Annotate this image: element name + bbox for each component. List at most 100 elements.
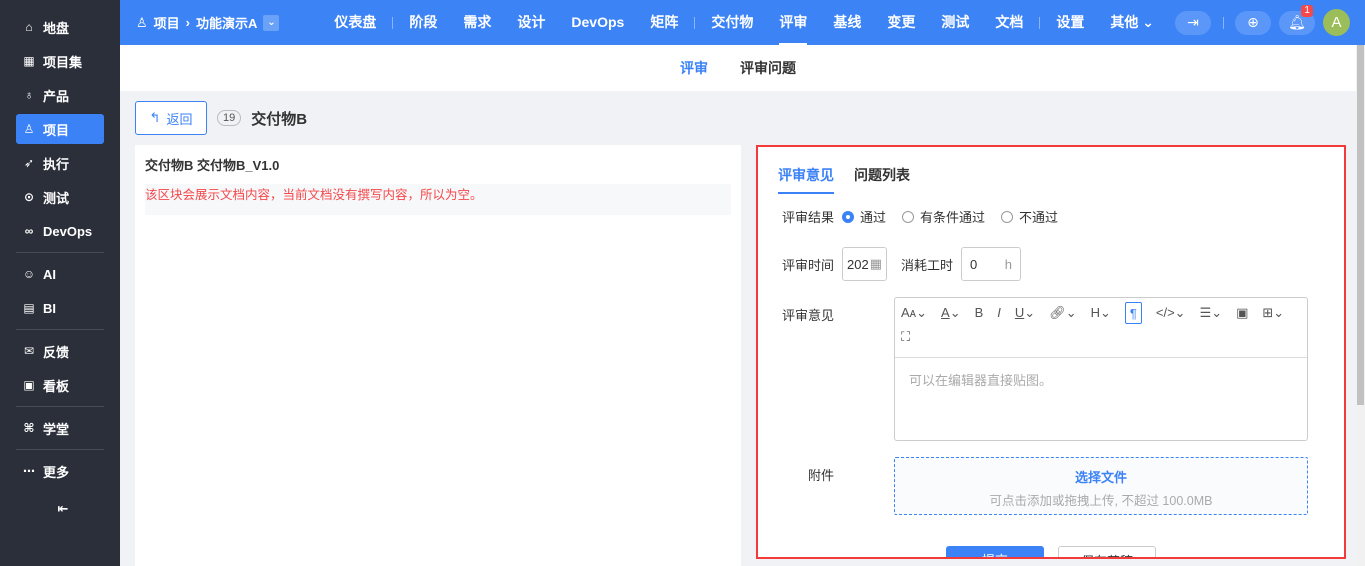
nav-item-11[interactable]: 文档 (995, 0, 1023, 45)
time-label: 评审时间 (782, 257, 835, 273)
secondary-button[interactable]: 保存草稿 (1058, 546, 1156, 557)
radio-fail[interactable]: 不通过 (1001, 207, 1058, 226)
sidebar-item-12[interactable]: ⋯ 更多 (16, 456, 104, 486)
feedback-icon: ✉ (23, 344, 35, 358)
sidebar-item-0[interactable]: ⌂ 地盘 (16, 12, 104, 42)
sidebar-item-7[interactable]: ☺ AI (16, 259, 104, 289)
chevron-right-icon: › (185, 15, 191, 30)
tab-issue-list[interactable]: 问题列表 (854, 165, 910, 194)
nav-item-9[interactable]: 变更 (887, 0, 915, 45)
item-id: 19 (217, 110, 242, 126)
sidebar-item-3[interactable]: ♙ 项目 (16, 114, 104, 144)
file-upload-area[interactable]: 选择文件 可点击添加或拖拽上传, 不超过 100.0MB (894, 457, 1308, 515)
sidebar-item-6[interactable]: ∞ DevOps (16, 216, 104, 246)
sidebar-divider (16, 406, 104, 407)
nav-item-4[interactable]: DevOps (571, 0, 624, 45)
exit-button[interactable]: ⇥ (1174, 10, 1211, 35)
school-icon: ⌘ (23, 421, 35, 435)
sidebar-item-label: DevOps (43, 223, 93, 239)
sidebar: ⌂ 地盘 ▦ 项目集 ♁ 产品 ♙ 项目 ➶ 执行 ⊙ 测试 ∞ DevOps ☺ AI ▤ BI ✉ 反馈 ▣ 看板 ⌘ 学… (0, 0, 120, 566)
choose-file-link[interactable]: 选择文件 (895, 467, 1307, 486)
breadcrumb-root[interactable]: 项目 (154, 13, 180, 32)
nav-item-5[interactable]: 矩阵 (650, 0, 678, 45)
test-icon: ⊙ (23, 190, 35, 204)
sidebar-item-label: 更多 (43, 464, 70, 480)
nav-item-10[interactable]: 测试 (941, 0, 969, 45)
sub-nav: 评审 评审问题 (120, 45, 1356, 91)
list-icon[interactable]: ☰⌄ (1200, 302, 1223, 324)
hours-label: 消耗工时 (900, 257, 953, 273)
editor-placeholder[interactable]: 可以在编辑器直接贴图。 (895, 358, 1307, 401)
font-color-icon[interactable]: A⌄ (941, 302, 961, 324)
result-label: 评审结果 (782, 210, 835, 225)
nav-item-7[interactable]: 评审 (779, 0, 808, 45)
nav-item-3[interactable]: 设计 (517, 0, 545, 45)
code-icon[interactable]: </>⌄ (1156, 302, 1186, 324)
nav-item-8[interactable]: 基线 (833, 0, 861, 45)
sidebar-item-10[interactable]: ▣ 看板 (16, 370, 104, 400)
sidebar-divider (16, 252, 104, 253)
sidebar-item-8[interactable]: ▤ BI (16, 293, 104, 323)
sidebar-item-label: 产品 (43, 88, 70, 104)
project-dropdown[interactable]: ⌄ (263, 14, 280, 31)
sidebar-item-label: 看板 (43, 378, 70, 394)
sidebar-item-label: BI (43, 300, 56, 316)
breadcrumb-project[interactable]: 功能演示A (196, 13, 257, 32)
scrollbar[interactable] (1356, 45, 1365, 566)
back-button[interactable]: ↰ 返回 (135, 101, 207, 135)
sidebar-item-5[interactable]: ⊙ 测试 (16, 182, 104, 212)
nav-divider (694, 16, 696, 29)
link-icon[interactable]: 🔗︎⌄ (1049, 302, 1076, 324)
collapse-sidebar-button[interactable]: ⇤ (16, 494, 104, 524)
add-button[interactable]: ⊕ (1234, 10, 1271, 35)
radio-pass[interactable]: 通过 (842, 207, 886, 226)
nav-item-12[interactable]: 设置 (1056, 0, 1084, 45)
chart-icon: ▤ (23, 301, 35, 315)
hours-input[interactable]: 0h (961, 247, 1021, 281)
radio-conditional[interactable]: 有条件通过 (902, 207, 985, 226)
sidebar-item-4[interactable]: ➶ 执行 (16, 148, 104, 178)
sidebar-item-label: AI (43, 266, 56, 282)
italic-icon[interactable]: I (997, 302, 1001, 324)
document-title: 交付物B 交付物B_V1.0 (145, 158, 280, 173)
sidebar-item-2[interactable]: ♁ 产品 (16, 80, 104, 110)
nav-item-0[interactable]: 仪表盘 (334, 0, 376, 45)
tab-review[interactable]: 评审 (680, 58, 708, 78)
image-icon[interactable]: ▣ (1236, 302, 1248, 324)
calendar-icon: ▦ (869, 256, 882, 271)
sidebar-item-label: 项目集 (43, 54, 83, 70)
fullscreen-icon[interactable]: ⛶ (901, 326, 910, 348)
submit-button[interactable]: 提交 (946, 546, 1044, 557)
heading-icon[interactable]: H⌄ (1091, 302, 1111, 324)
paragraph-icon[interactable]: ¶ (1124, 302, 1142, 324)
tab-review-issues[interactable]: 评审问题 (740, 58, 796, 78)
sidebar-item-9[interactable]: ✉ 反馈 (16, 336, 104, 366)
board-icon: ▣ (23, 378, 35, 392)
sidebar-item-label: 执行 (43, 156, 70, 172)
bulb-icon: ♁ (24, 88, 34, 102)
home-icon: ⌂ (25, 20, 33, 34)
underline-icon[interactable]: U⌄ (1015, 302, 1035, 324)
sidebar-item-label: 反馈 (43, 344, 70, 360)
rich-text-editor[interactable]: Aᴀ⌄ A⌄ B I U⌄ 🔗︎⌄ H⌄ ¶ </>⌄ ☰⌄ ▣ ⊞⌄ ⛶ 可以在编辑器直接贴图。 (894, 297, 1308, 441)
review-date-input[interactable]: 2026-▦ (842, 247, 887, 281)
font-size-icon[interactable]: Aᴀ⌄ (901, 302, 927, 324)
nav-item-1[interactable]: 阶段 (409, 0, 437, 45)
nav-item-6[interactable]: 交付物 (711, 0, 753, 45)
table-icon[interactable]: ⊞⌄ (1262, 302, 1284, 324)
notification-button[interactable]: 🔔︎ 1 (1278, 4, 1315, 35)
back-label: 返回 (166, 111, 193, 127)
avatar[interactable]: A (1322, 9, 1350, 36)
sidebar-item-label: 测试 (43, 190, 70, 206)
nav-divider (1039, 16, 1041, 29)
upload-hint: 可点击添加或拖拽上传, 不超过 100.0MB (989, 494, 1213, 508)
sidebar-item-label: 学堂 (43, 421, 70, 437)
nav-item-13[interactable]: 其他 ⌄ (1110, 0, 1154, 45)
sidebar-item-1[interactable]: ▦ 项目集 (16, 46, 104, 76)
sidebar-item-11[interactable]: ⌘ 学堂 (16, 413, 104, 443)
chevron-down-icon: ⌄ (1142, 14, 1154, 30)
tab-review-opinion[interactable]: 评审意见 (778, 165, 834, 194)
document-panel: 交付物B 交付物B_V1.0 该区块会展示文档内容，当前文档没有撰写内容，所以为… (135, 145, 741, 566)
nav-item-2[interactable]: 需求 (463, 0, 491, 45)
bold-icon[interactable]: B (975, 302, 984, 324)
